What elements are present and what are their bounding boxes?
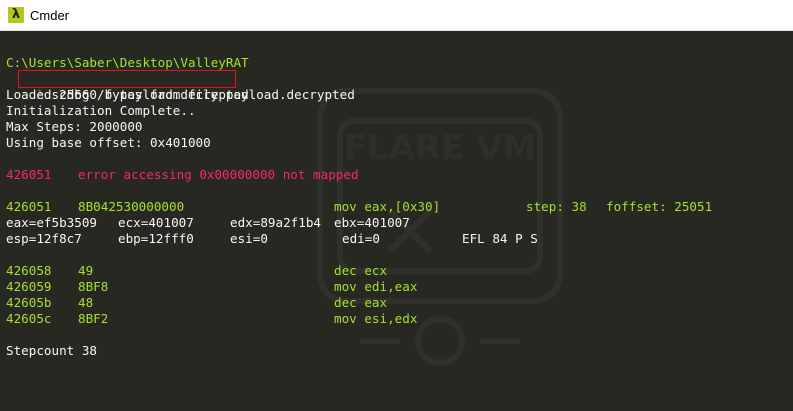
reg-edx: edx=89a2f1b4 [230, 215, 321, 230]
step-instruction: mov eax,[0x30] [334, 199, 441, 214]
disasm-bytes: 48 [78, 295, 94, 310]
step-line: 426051 8B042530000000 mov eax,[0x30] ste… [6, 199, 786, 215]
disasm-instruction: dec ecx [334, 263, 388, 278]
lambda-icon: λ [8, 7, 24, 23]
output-line: Initialization Complete.. [6, 103, 196, 118]
output-line: Max Steps: 2000000 [6, 119, 143, 134]
output-line: Using base offset: 0x401000 [6, 135, 211, 150]
error-message: error accessing 0x00000000 not mapped [78, 167, 359, 182]
disasm-address: 42605b [6, 295, 52, 310]
reg-ebx: ebx=401007 [334, 215, 410, 230]
watermark-text: FLARE VM [344, 128, 537, 168]
step-bytes: 8B042530000000 [78, 199, 185, 214]
disasm-address: 426058 [6, 263, 52, 278]
reg-efl: EFL 84 P S [462, 231, 538, 246]
step-counter: step: 38 [526, 199, 587, 214]
reg-esp: esp=12f8c7 [6, 231, 82, 246]
terminal-console[interactable]: FLARE VM C:\Users\Saber\Desktop\ValleyRA… [0, 31, 793, 411]
disasm-instruction: dec eax [334, 295, 388, 310]
disasm-bytes: 49 [78, 263, 94, 278]
stepcount-line: Stepcount 38 [6, 343, 97, 358]
window-title: Cmder [30, 8, 70, 23]
prompt-line[interactable]: λ scdbg /f payload.decrypted [6, 71, 248, 102]
disasm-address: 426059 [6, 279, 52, 294]
disasm-bytes: 8BF2 [78, 311, 109, 326]
error-address: 426051 [6, 167, 52, 182]
disasm-address: 42605c [6, 311, 52, 326]
reg-esi: esi=0 [230, 231, 268, 246]
reg-eax: eax=ef5b3509 [6, 215, 97, 230]
error-line: 426051 error accessing 0x00000000 not ma… [6, 167, 786, 183]
disasm-instruction: mov esi,edx [334, 311, 418, 326]
disasm-row: 426058 49 dec ecx [6, 263, 786, 279]
output-line: Loaded 25660 bytes from file payload.dec… [6, 87, 355, 102]
title-bar[interactable]: λ Cmder [0, 0, 793, 31]
disasm-instruction: mov edi,eax [334, 279, 418, 294]
disasm-row: 42605b 48 dec eax [6, 295, 786, 311]
disasm-bytes: 8BF8 [78, 279, 109, 294]
step-foffset: foffset: 25051 [606, 199, 713, 214]
prompt-path: C:\Users\Saber\Desktop\ValleyRAT [6, 55, 249, 70]
reg-ebp: ebp=12fff0 [118, 231, 194, 246]
step-address: 426051 [6, 199, 52, 214]
reg-ecx: ecx=401007 [118, 215, 194, 230]
disasm-row: 42605c 8BF2 mov esi,edx [6, 311, 786, 327]
disasm-row: 426059 8BF8 mov edi,eax [6, 279, 786, 295]
reg-edi: edi=0 [342, 231, 380, 246]
registers-line-2: esp=12f8c7 ebp=12fff0 esi=0 edi=0 EFL 84… [6, 231, 786, 247]
registers-line-1: eax=ef5b3509 ecx=401007 edx=89a2f1b4 ebx… [6, 215, 786, 231]
